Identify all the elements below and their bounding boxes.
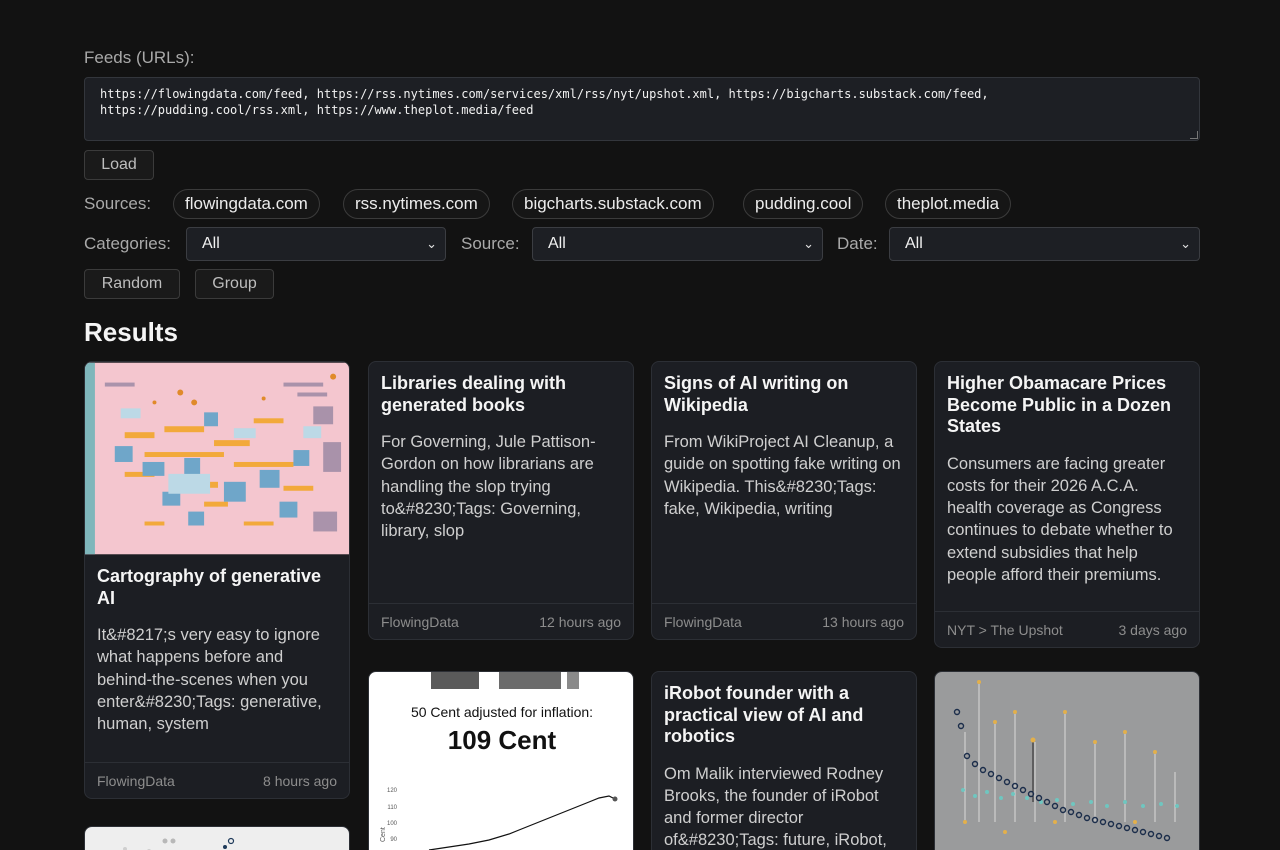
card-source: FlowingData (664, 613, 742, 630)
result-card[interactable]: iRobot founder with a practical view of … (651, 671, 917, 850)
card-title[interactable]: Cartography of generative AI (97, 566, 337, 609)
card-footer: NYT > The Upshot 3 days ago (935, 611, 1199, 647)
result-card[interactable]: Signs of AI writing on Wikipedia From Wi… (651, 361, 917, 640)
source-label: Source: (461, 234, 520, 253)
source-chip-bigcharts[interactable]: bigcharts.substack.com (512, 189, 714, 219)
card-description: Om Malik interviewed Rodney Brooks, the … (664, 764, 887, 850)
categories-select[interactable]: All ⌄ (186, 227, 446, 261)
group-button[interactable]: Group (195, 269, 274, 299)
thumb-axis-label: Cent (380, 827, 387, 842)
categories-value: All (202, 235, 220, 252)
card-footer: FlowingData 12 hours ago (369, 603, 633, 639)
categories-label: Categories: (84, 234, 171, 253)
thumb-tick: 120 (387, 788, 398, 794)
card-source: FlowingData (381, 613, 459, 630)
result-card[interactable]: Higher Obamacare Prices Become Public in… (934, 361, 1200, 648)
source-chip-nytimes[interactable]: rss.nytimes.com (343, 189, 490, 219)
date-label: Date: (837, 234, 878, 253)
source-value: All (548, 235, 566, 252)
card-time: 8 hours ago (263, 772, 337, 789)
load-button[interactable]: Load (84, 150, 154, 180)
card-time: 12 hours ago (539, 613, 621, 630)
card-body: Signs of AI writing on Wikipedia From Wi… (652, 362, 916, 520)
random-button[interactable]: Random (84, 269, 180, 299)
card-body: iRobot founder with a practical view of … (652, 672, 916, 850)
source-chip-flowingdata[interactable]: flowingdata.com (173, 189, 320, 219)
card-source: FlowingData (97, 772, 175, 789)
chevron-down-icon: ⌄ (1180, 236, 1191, 251)
result-card[interactable] (84, 826, 350, 850)
feeds-input[interactable]: https://flowingdata.com/feed, https://rs… (84, 77, 1200, 141)
card-time: 13 hours ago (822, 613, 904, 630)
card-body: Cartography of generative AI It&#8217;s … (85, 555, 349, 735)
chevron-down-icon: ⌄ (803, 236, 814, 251)
thumb-caption: 50 Cent adjusted for inflation: (411, 704, 593, 720)
result-card[interactable]: Cartography of generative AI It&#8217;s … (84, 361, 350, 799)
results-heading: Results (84, 317, 178, 347)
date-value: All (905, 235, 923, 252)
card-time: 3 days ago (1118, 621, 1188, 638)
card-footer: FlowingData 13 hours ago (652, 603, 916, 639)
card-description: Consumers are facing greater costs for t… (947, 454, 1173, 584)
card-source: NYT > The Upshot (947, 621, 1063, 638)
resize-grip-icon[interactable] (1190, 131, 1198, 139)
sources-label: Sources: (84, 194, 152, 213)
thumb-value: 109 Cent (448, 725, 557, 755)
card-title[interactable]: Higher Obamacare Prices Become Public in… (947, 373, 1187, 438)
source-chip-theplot[interactable]: theplot.media (885, 189, 1012, 219)
card-title[interactable]: Signs of AI writing on Wikipedia (664, 373, 904, 416)
result-card[interactable]: 50 Cent adjusted for inflation: 109 Cent… (368, 671, 634, 850)
card-title[interactable]: iRobot founder with a practical view of … (664, 683, 904, 748)
result-card[interactable]: Libraries dealing with generated books F… (368, 361, 634, 640)
source-chip-pudding[interactable]: pudding.cool (743, 189, 864, 219)
chevron-down-icon: ⌄ (426, 236, 437, 251)
card-footer: FlowingData 8 hours ago (85, 762, 349, 798)
thumb-tick: 100 (387, 821, 398, 827)
feeds-label: Feeds (URLs): (84, 48, 195, 67)
card-thumbnail: 50 Cent adjusted for inflation: 109 Cent… (380, 672, 618, 850)
date-select[interactable]: All ⌄ (889, 227, 1200, 261)
thumb-tick: 90 (390, 837, 397, 843)
card-thumbnail (123, 837, 235, 850)
card-body: Higher Obamacare Prices Become Public in… (935, 362, 1199, 586)
card-description: From WikiProject AI Cleanup, a guide on … (664, 433, 901, 518)
result-card[interactable] (934, 671, 1200, 850)
card-description: It&#8217;s very easy to ignore what happ… (97, 626, 322, 734)
card-body: Libraries dealing with generated books F… (369, 362, 633, 542)
card-thumbnail (953, 680, 1179, 842)
thumb-tick: 110 (387, 805, 397, 811)
card-title[interactable]: Libraries dealing with generated books (381, 373, 621, 416)
card-description: For Governing, Jule Pattison-Gordon on h… (381, 433, 596, 541)
source-select[interactable]: All ⌄ (532, 227, 823, 261)
cartography-thumbnail (85, 362, 349, 555)
